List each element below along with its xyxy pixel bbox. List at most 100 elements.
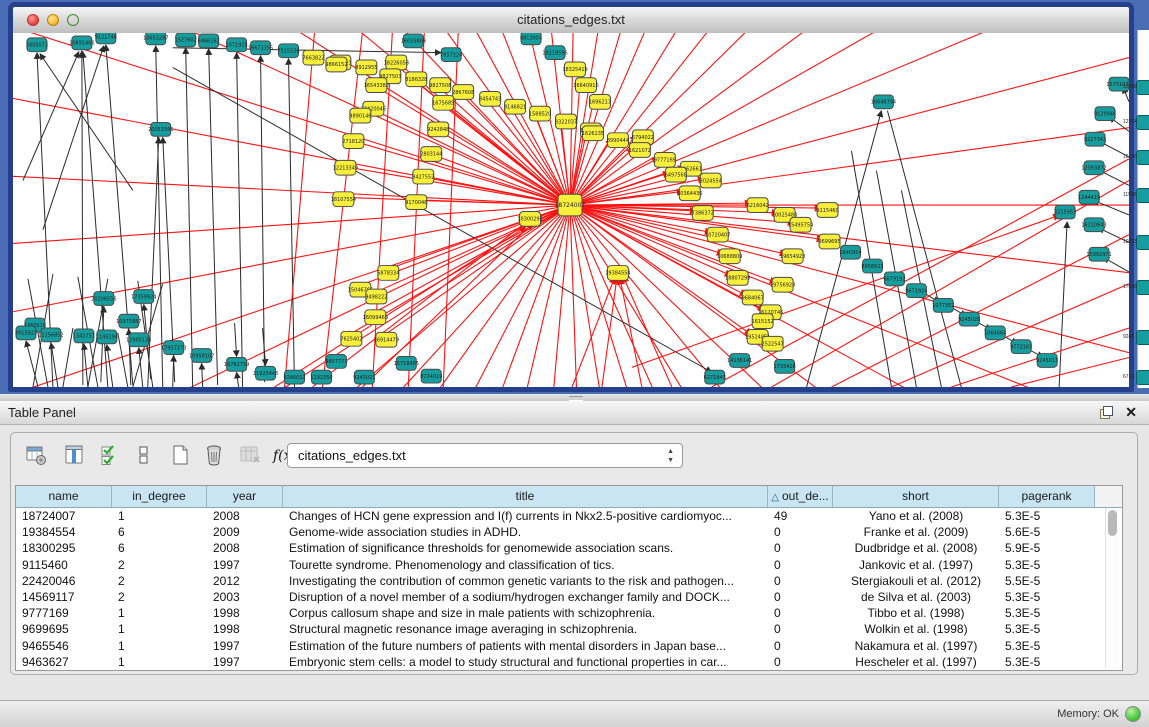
table-cell[interactable]: Estimation of the future numbers of pati… — [283, 639, 768, 653]
table-row[interactable]: 946362711997Embryonic stem cells: a mode… — [16, 654, 1122, 670]
graph-node[interactable]: 16640910 — [573, 78, 598, 93]
graph-node[interactable]: 9242848 — [427, 122, 449, 137]
table-row[interactable]: 1872400712008Changes of HCN gene express… — [16, 508, 1122, 524]
table-row[interactable]: 2242004622012Investigating the contribut… — [16, 573, 1122, 589]
table-cell[interactable]: 0 — [768, 639, 833, 653]
table-cell[interactable]: 0 — [768, 622, 833, 636]
graph-node[interactable]: 1145194 — [96, 330, 118, 344]
graph-node[interactable]: 16671355 — [248, 41, 273, 55]
graph-node[interactable]: 8813054 — [520, 33, 542, 45]
graph-node[interactable]: 18724007 — [555, 194, 586, 216]
table-cell[interactable]: Wolkin et al. (1998) — [833, 622, 999, 636]
graph-node[interactable]: 15718485 — [394, 357, 419, 371]
table-cell[interactable]: 0 — [768, 558, 833, 572]
table-cell[interactable]: Yano et al. (2008) — [833, 509, 999, 523]
column-header-name[interactable]: name — [16, 486, 112, 507]
table-cell[interactable]: 2008 — [207, 541, 283, 555]
graph-node[interactable]: 6466162 — [198, 34, 220, 48]
float-panel-icon[interactable] — [1100, 406, 1113, 419]
graph-node[interactable]: 1342757 — [73, 329, 95, 343]
graph-node[interactable]: 3024554 — [700, 173, 722, 188]
table-cell[interactable]: 2009 — [207, 525, 283, 539]
graph-node[interactable]: 10323 — [1136, 235, 1149, 250]
table-cell[interactable]: 5.3E-5 — [999, 606, 1095, 620]
graph-node[interactable]: 1071915 — [226, 38, 248, 52]
graph-node[interactable]: 8990444 — [607, 133, 629, 148]
table-vertical-scrollbar[interactable] — [1105, 508, 1119, 668]
graph-node[interactable]: 18107554 — [331, 192, 356, 207]
graph-node[interactable]: 17957273 — [161, 341, 186, 355]
graph-node[interactable]: 2405573 — [26, 38, 48, 52]
graph-node[interactable]: 20206556 — [91, 292, 116, 306]
graph-node[interactable]: 12213349 — [333, 160, 358, 175]
table-cell[interactable]: Hescheler et al. (1997) — [833, 655, 999, 669]
table-cell[interactable]: Tourette syndrome. Phenomenology and cla… — [283, 558, 768, 572]
table-cell[interactable]: 0 — [768, 655, 833, 669]
graph-node[interactable]: 20053346 — [148, 122, 173, 136]
graph-node[interactable]: 10958107 — [189, 349, 214, 363]
graph-node[interactable]: 1621072 — [629, 143, 651, 158]
table-cell[interactable]: 5.3E-5 — [999, 622, 1095, 636]
graph-node[interactable]: 1077352 — [932, 299, 954, 313]
graph-node[interactable]: 7857224 — [440, 48, 462, 62]
graph-node[interactable]: 18226058 — [384, 55, 409, 70]
table-cell[interactable]: 9115460 — [16, 558, 112, 572]
graph-node[interactable]: 10720407 — [705, 227, 730, 242]
graph-node[interactable]: 16914479 — [374, 332, 399, 347]
graph-node[interactable]: 1733426 — [774, 359, 796, 373]
table-cell[interactable]: Estimation of significance thresholds fo… — [283, 541, 768, 555]
table-cell[interactable]: 2 — [112, 558, 207, 572]
table-cell[interactable]: Embryonic stem cells: a model to study s… — [283, 655, 768, 669]
graph-node[interactable]: 9245021 — [353, 370, 375, 384]
graph-node[interactable]: 5878334 — [377, 266, 399, 281]
table-cell[interactable]: 1997 — [207, 558, 283, 572]
graph-node[interactable]: 6216042 — [747, 198, 769, 213]
graph-node[interactable]: 7515526 — [277, 44, 299, 58]
table-cell[interactable]: 0 — [768, 574, 833, 588]
network-window-titlebar[interactable]: citations_edges.txt — [13, 7, 1129, 34]
table-cell[interactable]: Stergiakouli et al. (2012) — [833, 574, 999, 588]
new-column-button[interactable] — [169, 444, 195, 470]
graph-node[interactable]: 8724019 — [420, 369, 442, 383]
graph-node[interactable]: 9121746 — [95, 33, 117, 44]
table-row[interactable]: 969969511998Structural magnetic resonanc… — [16, 621, 1122, 637]
table-cell[interactable]: 5.5E-5 — [999, 574, 1095, 588]
table-row[interactable]: 977716911998Corpus callosum shape and si… — [16, 605, 1122, 621]
graph-node[interactable]: 14136141 — [727, 354, 752, 368]
graph-node[interactable]: 18325419 — [562, 62, 587, 77]
table-cell[interactable]: Corpus callosum shape and size in male p… — [283, 606, 768, 620]
column-header-title[interactable]: title — [283, 486, 768, 507]
table-cell[interactable]: 6 — [112, 541, 207, 555]
table-cell[interactable]: 14569117 — [16, 590, 112, 604]
table-cell[interactable]: 1997 — [207, 655, 283, 669]
column-header-out_de[interactable]: △out_de... — [768, 486, 833, 507]
table-cell[interactable]: 5.3E-5 — [999, 558, 1095, 572]
graph-node[interactable]: 1527602 — [175, 33, 197, 47]
graph-node[interactable]: 16210643 — [1081, 218, 1106, 232]
graph-node[interactable]: 6719 — [1136, 370, 1149, 385]
table-cell[interactable]: 5.6E-5 — [999, 525, 1095, 539]
table-cell[interactable]: 5.3E-5 — [999, 655, 1095, 669]
graph-node[interactable]: 9245028 — [958, 312, 980, 326]
table-cell[interactable]: 49 — [768, 509, 833, 523]
graph-node[interactable]: 7625402 — [340, 331, 362, 346]
table-cell[interactable]: Nakamura et al. (1997) — [833, 639, 999, 653]
table-cell[interactable]: Structural magnetic resonance image aver… — [283, 622, 768, 636]
graph-node[interactable]: 9245013 — [1036, 354, 1058, 368]
table-cell[interactable]: 1998 — [207, 622, 283, 636]
graph-node[interactable]: 8322037 — [555, 114, 577, 129]
graph-node[interactable]: 16033809 — [401, 34, 426, 48]
table-cell[interactable]: 9777169 — [16, 606, 112, 620]
graph-node[interactable]: 11923448 — [253, 366, 278, 380]
table-cell[interactable]: 2 — [112, 590, 207, 604]
graph-node[interactable]: 12093872 — [1081, 161, 1106, 175]
graph-node[interactable]: 30691406 — [69, 36, 94, 50]
graph-node[interactable]: 16782759 — [224, 358, 249, 372]
graph-node[interactable]: 8427552 — [412, 169, 434, 184]
graph-node[interactable]: 15992971 — [1086, 247, 1111, 261]
table-row[interactable]: 946554611997Estimation of the future num… — [16, 638, 1122, 654]
table-source-dropdown[interactable]: citations_edges.txt ▲▼ — [287, 443, 683, 468]
graph-node[interactable]: 9246012 — [283, 370, 305, 384]
graph-node[interactable]: 1640954 — [839, 245, 861, 259]
graph-node[interactable]: 10975887 — [116, 314, 141, 328]
